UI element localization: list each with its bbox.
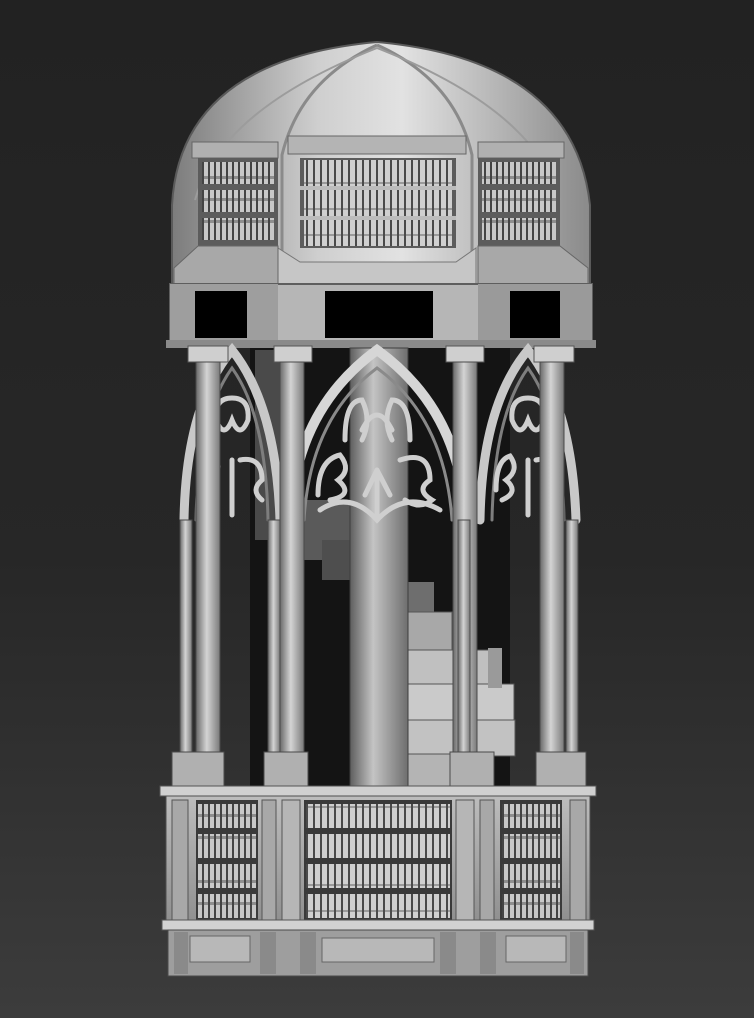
- dome-bookshelves: [173, 158, 589, 287]
- rotunda-svg: [159, 40, 597, 977]
- dome-window-left: [195, 291, 247, 338]
- dome-window-right: [510, 291, 560, 338]
- rotunda-render: [0, 0, 754, 1018]
- base-bookshelves: [159, 785, 597, 927]
- dome-drum: [166, 283, 596, 348]
- plinth: [161, 919, 595, 977]
- dome-window-center: [325, 291, 433, 338]
